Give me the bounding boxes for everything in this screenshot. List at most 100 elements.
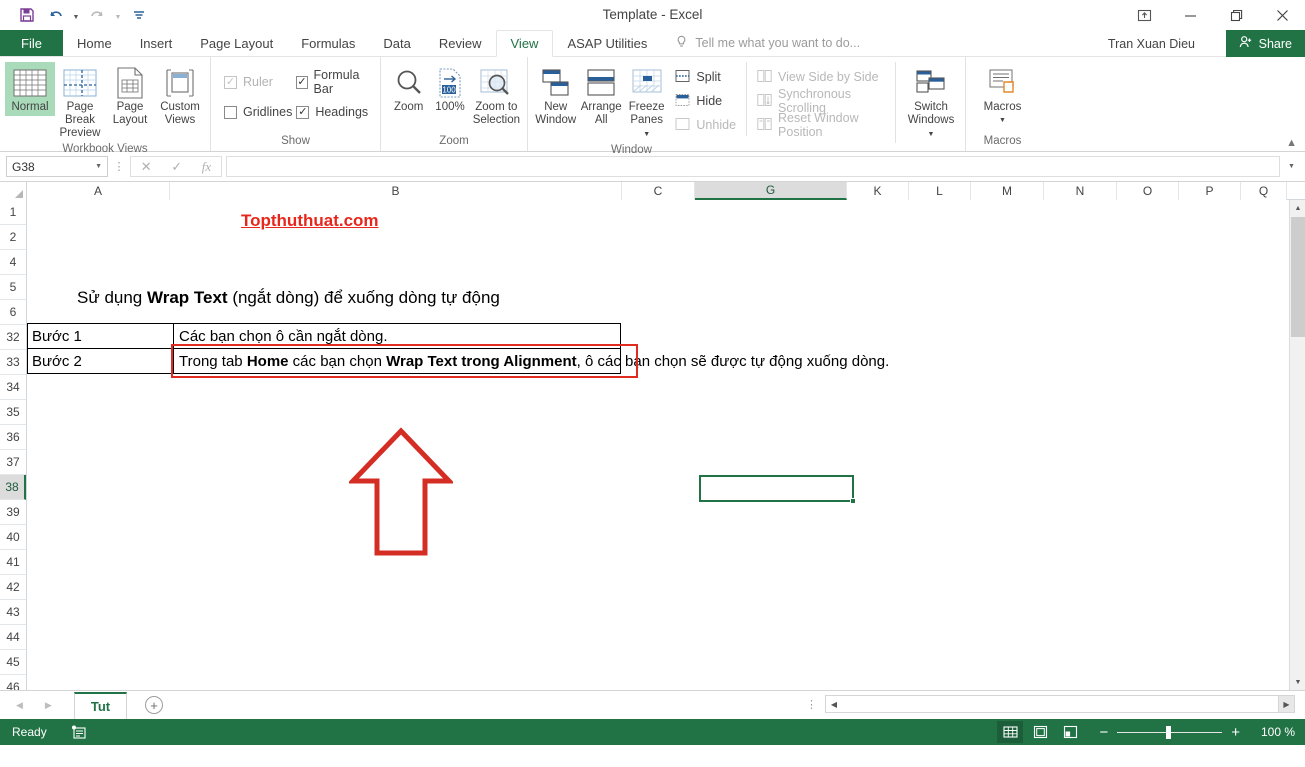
scroll-right-icon[interactable]: ▶ bbox=[1278, 696, 1294, 712]
cell-title[interactable]: Topthuthuat.com bbox=[241, 211, 379, 231]
normal-view-button[interactable]: Normal bbox=[5, 62, 55, 116]
select-all-corner[interactable] bbox=[0, 182, 27, 200]
tab-data[interactable]: Data bbox=[369, 30, 424, 56]
column-header-q[interactable]: Q bbox=[1241, 182, 1287, 200]
column-header-p[interactable]: P bbox=[1179, 182, 1241, 200]
row-header-44[interactable]: 44 bbox=[0, 625, 26, 650]
selected-cell-g38[interactable] bbox=[699, 475, 854, 502]
tab-insert[interactable]: Insert bbox=[126, 30, 187, 56]
maximize-icon[interactable] bbox=[1213, 0, 1259, 30]
row-header-38[interactable]: 38 bbox=[0, 475, 26, 500]
arrange-all-button[interactable]: Arrange All bbox=[578, 62, 623, 129]
user-name[interactable]: Tran Xuan Dieu bbox=[1108, 30, 1195, 57]
tab-formulas[interactable]: Formulas bbox=[287, 30, 369, 56]
row-header-6[interactable]: 6 bbox=[0, 300, 26, 325]
tab-file[interactable]: File bbox=[0, 30, 63, 56]
redo-icon[interactable] bbox=[84, 4, 110, 26]
row-header-45[interactable]: 45 bbox=[0, 650, 26, 675]
vertical-scrollbar[interactable]: ▲ ▼ bbox=[1289, 200, 1305, 690]
view-side-by-side-button[interactable]: View Side by Side bbox=[757, 66, 893, 88]
synchronous-scrolling-button[interactable]: Synchronous Scrolling bbox=[757, 87, 893, 115]
checkbox-headings[interactable]: ✓ Headings bbox=[296, 101, 375, 123]
row-header-42[interactable]: 42 bbox=[0, 575, 26, 600]
fill-handle[interactable] bbox=[850, 498, 856, 504]
tell-me-box[interactable]: Tell me what you want to do... bbox=[661, 30, 860, 56]
freeze-panes-dropdown-icon[interactable]: ▼ bbox=[643, 131, 650, 138]
zoom-level-label[interactable]: 100 % bbox=[1249, 725, 1295, 739]
zoom-to-selection-button[interactable]: Zoom to Selection bbox=[471, 62, 522, 129]
column-header-l[interactable]: L bbox=[909, 182, 971, 200]
expand-formula-bar-icon[interactable]: ▼ bbox=[1284, 163, 1299, 170]
row-header-2[interactable]: 2 bbox=[0, 225, 26, 250]
column-header-n[interactable]: N bbox=[1044, 182, 1117, 200]
row-header-37[interactable]: 37 bbox=[0, 450, 26, 475]
zoom-100-button[interactable]: 100 100% bbox=[429, 62, 470, 116]
cell-heading[interactable]: Sử dụng Wrap Text (ngắt dòng) để xuống d… bbox=[77, 288, 500, 308]
row-header-35[interactable]: 35 bbox=[0, 400, 26, 425]
next-sheet-icon[interactable]: ▶ bbox=[45, 700, 52, 711]
page-break-preview-button[interactable]: Page Break Preview bbox=[55, 62, 105, 142]
custom-views-button[interactable]: Custom Views bbox=[155, 62, 205, 129]
split-button[interactable]: Split bbox=[675, 66, 742, 88]
scroll-up-icon[interactable]: ▲ bbox=[1290, 200, 1305, 216]
reset-window-position-button[interactable]: Reset Window Position bbox=[757, 111, 893, 139]
column-header-b[interactable]: B bbox=[170, 182, 622, 200]
vertical-scroll-thumb[interactable] bbox=[1291, 217, 1305, 337]
cell-step2-label[interactable]: Bước 2 bbox=[32, 353, 82, 370]
name-box-dropdown-icon[interactable]: ▼ bbox=[95, 163, 102, 170]
sheet-tab-tut[interactable]: Tut bbox=[73, 691, 128, 719]
tab-view[interactable]: View bbox=[495, 30, 554, 57]
zoom-out-button[interactable]: − bbox=[1099, 725, 1108, 740]
up-arrow-shape[interactable] bbox=[347, 427, 455, 560]
redo-dropdown-icon[interactable]: ▼ bbox=[112, 4, 124, 26]
macros-dropdown-icon[interactable]: ▼ bbox=[999, 114, 1006, 127]
freeze-panes-button[interactable]: Freeze Panes ▼ bbox=[624, 62, 669, 143]
new-window-button[interactable]: New Window bbox=[533, 62, 578, 129]
switch-windows-dropdown-icon[interactable]: ▼ bbox=[928, 131, 935, 138]
row-header-33[interactable]: 33 bbox=[0, 350, 26, 375]
macros-button[interactable]: Macros ▼ bbox=[972, 62, 1034, 129]
undo-dropdown-icon[interactable]: ▼ bbox=[70, 4, 82, 26]
normal-view-status-button[interactable] bbox=[997, 721, 1024, 743]
accessibility-check-icon[interactable] bbox=[71, 725, 87, 740]
tab-asap-utilities[interactable]: ASAP Utilities bbox=[553, 30, 661, 56]
ribbon-display-options-icon[interactable] bbox=[1121, 0, 1167, 30]
column-header-m[interactable]: M bbox=[971, 182, 1044, 200]
row-header-39[interactable]: 39 bbox=[0, 500, 26, 525]
tab-home[interactable]: Home bbox=[63, 30, 126, 56]
page-break-preview-status-button[interactable] bbox=[1057, 721, 1083, 743]
row-header-43[interactable]: 43 bbox=[0, 600, 26, 625]
row-header-40[interactable]: 40 bbox=[0, 525, 26, 550]
row-header-4[interactable]: 4 bbox=[0, 250, 26, 275]
share-button[interactable]: Share bbox=[1225, 30, 1305, 57]
insert-function-icon[interactable]: fx bbox=[202, 159, 211, 175]
sheet-canvas[interactable]: T=PTT Topthuthuat.com Sử dụng Wrap Text … bbox=[27, 200, 1305, 690]
name-box[interactable]: G38 ▼ bbox=[6, 156, 108, 177]
row-header-34[interactable]: 34 bbox=[0, 375, 26, 400]
column-header-c[interactable]: C bbox=[622, 182, 695, 200]
enter-icon[interactable]: ✓ bbox=[171, 159, 182, 175]
formula-bar-separator[interactable]: ⋮ bbox=[112, 160, 126, 173]
undo-icon[interactable] bbox=[42, 4, 68, 26]
customize-qat-icon[interactable] bbox=[126, 4, 152, 26]
horizontal-scroll-separator[interactable]: ⋮ bbox=[806, 698, 817, 711]
unhide-button[interactable]: Unhide bbox=[675, 114, 742, 136]
zoom-slider[interactable] bbox=[1117, 725, 1223, 739]
cell-step1-label[interactable]: Bước 1 bbox=[32, 328, 82, 345]
checkbox-formula-bar[interactable]: ✓ Formula Bar bbox=[296, 68, 375, 96]
zoom-slider-thumb[interactable] bbox=[1166, 725, 1172, 739]
cancel-icon[interactable]: ✕ bbox=[141, 159, 152, 175]
close-icon[interactable] bbox=[1259, 0, 1305, 30]
row-header-41[interactable]: 41 bbox=[0, 550, 26, 575]
scroll-down-icon[interactable]: ▼ bbox=[1290, 674, 1305, 690]
previous-sheet-icon[interactable]: ◀ bbox=[16, 700, 23, 711]
column-header-a[interactable]: A bbox=[27, 182, 170, 200]
row-header-46[interactable]: 46 bbox=[0, 675, 26, 690]
page-layout-status-button[interactable] bbox=[1027, 721, 1053, 743]
checkbox-ruler[interactable]: ✓ Ruler bbox=[224, 71, 296, 93]
tab-page-layout[interactable]: Page Layout bbox=[186, 30, 287, 56]
row-header-5[interactable]: 5 bbox=[0, 275, 26, 300]
cell-step1-text[interactable]: Các bạn chọn ô cần ngắt dòng. bbox=[179, 328, 388, 345]
collapse-ribbon-icon[interactable]: ▲ bbox=[1286, 137, 1297, 149]
column-header-k[interactable]: K bbox=[847, 182, 909, 200]
